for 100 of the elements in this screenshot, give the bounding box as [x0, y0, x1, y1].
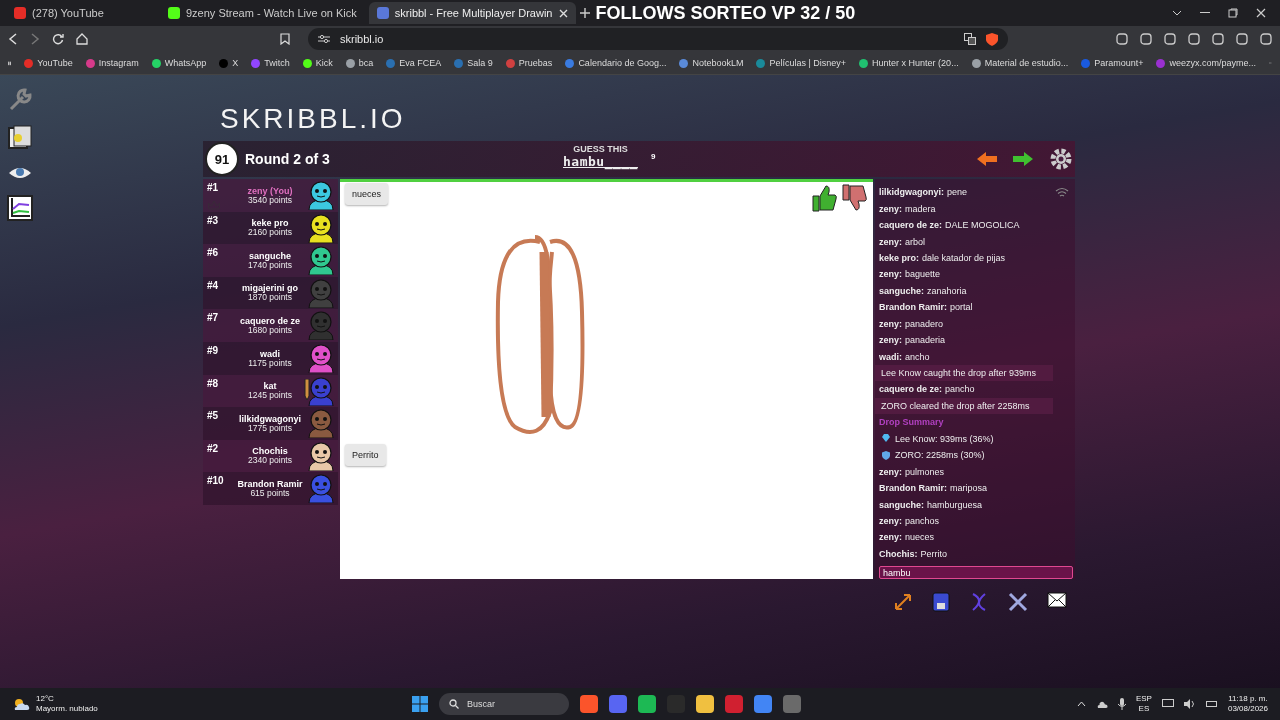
home-icon[interactable]: [76, 33, 88, 45]
taskbar-app-icon[interactable]: [696, 695, 714, 713]
left-arrow-icon[interactable]: [977, 152, 997, 166]
word-hint: hambu____: [563, 154, 638, 169]
right-arrow-icon[interactable]: [1013, 152, 1033, 166]
letter-count: 9: [651, 152, 656, 161]
player-points: 615 points: [250, 488, 290, 498]
player-rank: #3: [207, 214, 219, 226]
bookmark[interactable]: X: [219, 58, 239, 68]
bookmark[interactable]: Material de estudio...: [971, 58, 1069, 68]
player-card[interactable]: #7 caquero de ze 1680 points: [203, 309, 338, 342]
browser-tab[interactable]: (278) YouTube: [6, 2, 156, 24]
reload-icon[interactable]: [52, 33, 64, 45]
player-card[interactable]: #6 sanguche 1740 points: [203, 244, 338, 277]
player-points: 2340 points: [248, 456, 292, 465]
player-rank: #5: [207, 410, 219, 422]
thumbs-up-icon[interactable]: [811, 184, 837, 212]
close-icon[interactable]: [558, 8, 568, 18]
bookmark[interactable]: Hunter x Hunter (20...: [859, 58, 959, 68]
diamond-icon: [881, 434, 891, 444]
chat-message: keke pro: dale katador de pijas: [878, 251, 1007, 265]
browser-tab[interactable]: 9zeny Stream - Watch Live on Kick: [160, 2, 365, 24]
chevron-up-icon[interactable]: [1076, 701, 1086, 707]
bookmark[interactable]: Pruebas: [505, 58, 553, 68]
taskbar-app-icon[interactable]: [609, 695, 627, 713]
bookmark[interactable]: Twitch: [251, 58, 290, 68]
clock-date[interactable]: 03/08/2026: [1227, 704, 1268, 714]
restore-icon[interactable]: [1228, 8, 1238, 18]
resize-arrow-icon[interactable]: [893, 592, 913, 612]
round-label: Round 2 of 3: [245, 151, 330, 167]
bookmark[interactable]: Paramount+: [1081, 58, 1144, 68]
bookmark[interactable]: WhatsApp: [151, 58, 207, 68]
clock-time[interactable]: 11:18 p. m.: [1228, 694, 1268, 704]
player-card[interactable]: #3 keke pro 2160 points: [203, 211, 338, 245]
player-name: caquero de ze: [240, 316, 300, 326]
chat-heading: Drop Summary: [878, 416, 945, 430]
chat-input-field[interactable]: hambu: [879, 566, 1073, 579]
chat-message: Brandon Ramir: mariposa: [878, 482, 989, 496]
chat-message: zeny: pulmones: [878, 465, 946, 479]
player-points: 1175 points: [248, 358, 292, 367]
bookmark[interactable]: YouTube: [24, 58, 73, 68]
taskbar-app-icon[interactable]: [580, 695, 598, 713]
player-name: wadi: [260, 349, 280, 359]
chat-message: Chochis: Perrito: [878, 547, 949, 561]
envelope-icon[interactable]: [1047, 592, 1067, 608]
player-card[interactable]: #5 lilkidgwagonyi 1775 points: [203, 407, 338, 440]
player-card[interactable]: #8 kat 1245 points: [203, 374, 338, 408]
bookmark[interactable]: Eva FCEA: [386, 58, 442, 68]
save-icon[interactable]: [932, 592, 950, 612]
player-points: 3540 points: [248, 195, 292, 205]
player-card[interactable]: #10 Brandon Ramir 615 points: [203, 472, 338, 505]
bookmark-icon[interactable]: [280, 33, 290, 45]
bookmark[interactable]: Películas | Disney+: [756, 58, 847, 68]
player-rank: #2: [207, 442, 219, 454]
player-card[interactable]: #9 wadi 1175 points: [203, 341, 338, 375]
new-tab-icon[interactable]: [579, 8, 590, 18]
bookmark[interactable]: Instagram: [85, 58, 139, 68]
chat-system-message: ZORO cleared the drop after 2258ms: [875, 397, 1053, 415]
player-card[interactable]: #4 migajerini go 1870 points: [203, 276, 338, 310]
address-bar[interactable]: skribbl.io: [308, 28, 1008, 50]
cloud-sun-icon[interactable]: [12, 697, 30, 711]
weather-text: Mayorm. nublado: [36, 704, 98, 714]
close-icon[interactable]: [1256, 8, 1266, 18]
browser-tab[interactable]: skribbl - Free Multiplayer Drawin: [368, 2, 576, 24]
speaker-icon[interactable]: [1183, 699, 1196, 709]
microphone-icon[interactable]: [1117, 698, 1126, 710]
back-icon[interactable]: [8, 33, 18, 45]
bookmark[interactable]: weezyx.com/payme...: [1156, 58, 1256, 68]
thumbs-down-icon[interactable]: [841, 184, 867, 212]
bookmark[interactable]: NotebookLM: [679, 58, 744, 68]
bookmark[interactable]: Sala 9: [454, 58, 493, 68]
bookmark[interactable]: Kick: [302, 58, 333, 68]
bookmark[interactable]: bca: [345, 58, 374, 68]
drop-result: Lee Know: 939ms (36%): [895, 433, 994, 444]
chart-icon[interactable]: [7, 195, 33, 221]
chat-message: caquero de ze: pancho: [878, 383, 976, 397]
cards-icon[interactable]: [7, 125, 33, 151]
taskbar-app-icon[interactable]: [638, 695, 656, 713]
player-name: lilkidgwagonyi: [239, 414, 301, 424]
game-logo: SKRIBBL.IO: [220, 103, 407, 136]
temperature: 12°C: [36, 694, 55, 704]
player-rank: #6: [207, 247, 219, 259]
chevron-down-icon[interactable]: [1172, 10, 1182, 16]
cloud-icon[interactable]: [1095, 699, 1108, 709]
wrench-icon[interactable]: [7, 87, 33, 113]
site-settings-icon[interactable]: [318, 34, 330, 44]
keyboard-layout[interactable]: ES: [1138, 704, 1150, 714]
player-points: 1680 points: [248, 325, 292, 335]
taskbar-search-field[interactable]: Buscar: [439, 693, 569, 715]
chat-message: zeny: arbol: [878, 235, 927, 249]
settings-icon[interactable]: [1049, 147, 1073, 171]
input-language[interactable]: ESP: [1135, 694, 1152, 704]
minimize-icon[interactable]: [1200, 12, 1210, 14]
forward-icon[interactable]: [30, 33, 40, 45]
windows-start-icon[interactable]: [412, 696, 428, 712]
bookmark[interactable]: Calendario de Goog...: [565, 58, 667, 68]
taskbar-app-icon[interactable]: [725, 695, 743, 713]
player-rank: #9: [207, 344, 219, 356]
taskbar-app-icon[interactable]: [754, 695, 772, 713]
translate-icon[interactable]: [964, 33, 976, 45]
